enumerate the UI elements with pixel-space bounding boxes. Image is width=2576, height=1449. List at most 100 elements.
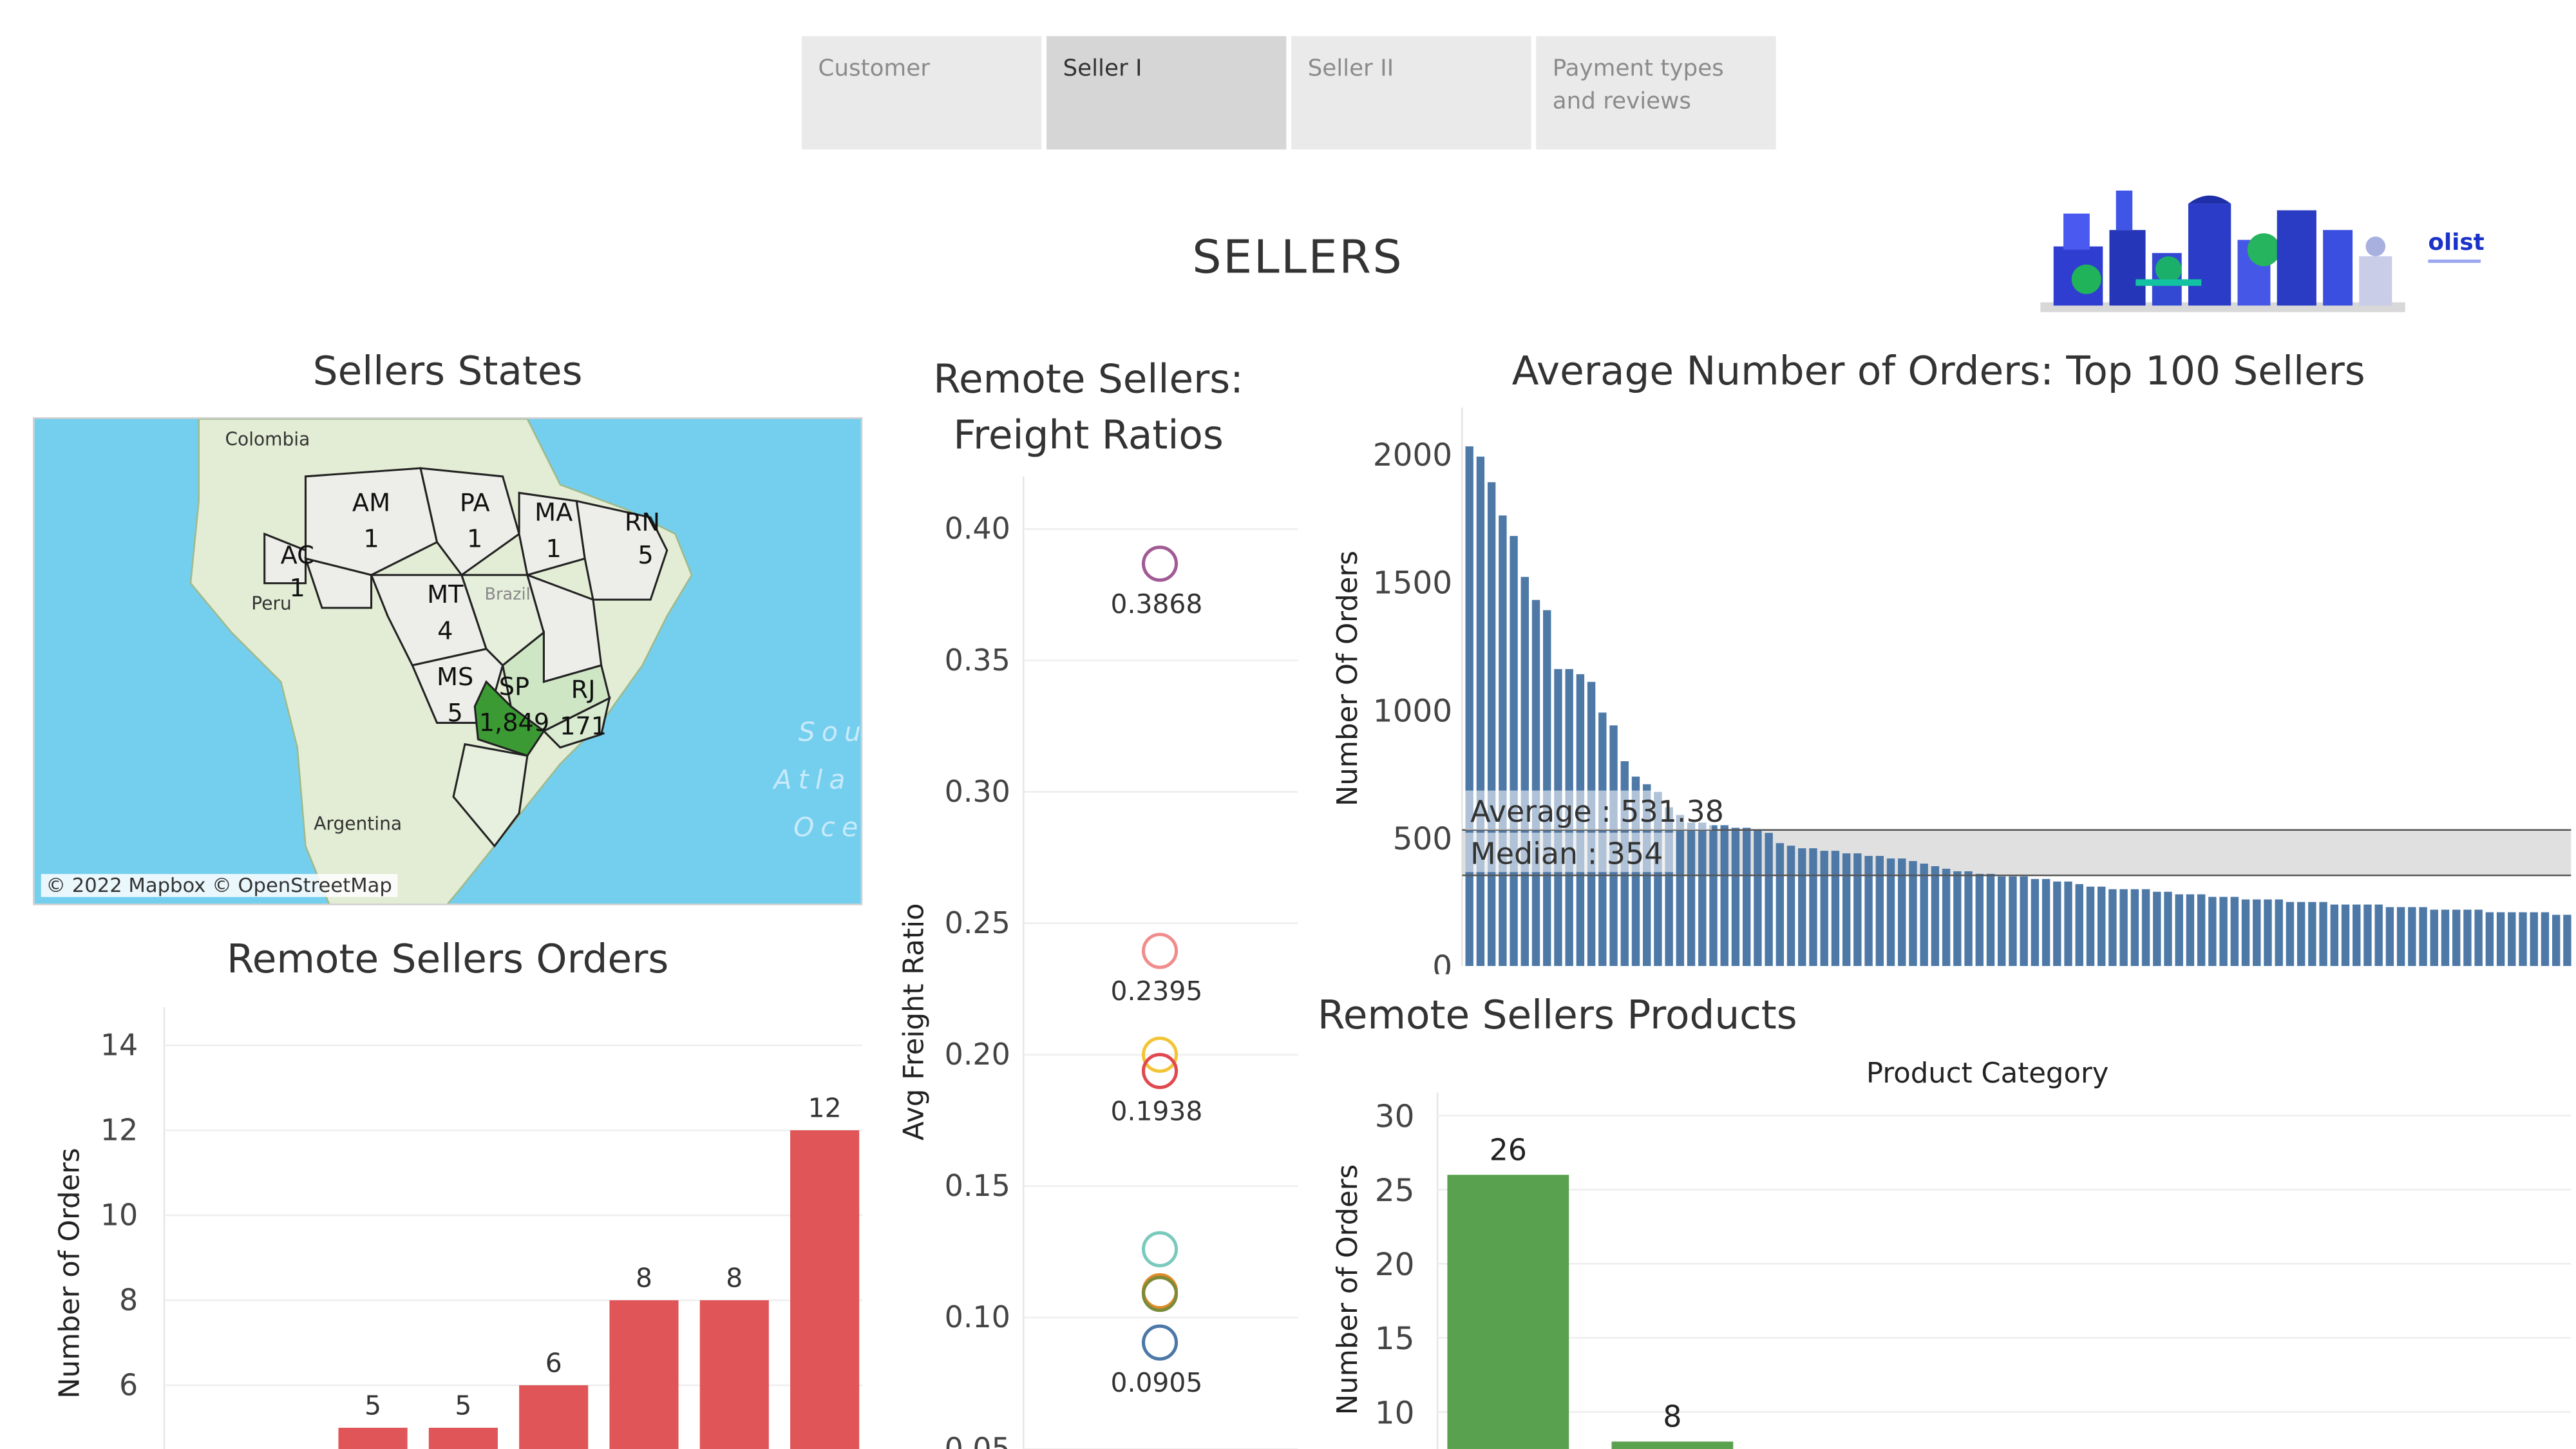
top100-bar[interactable] — [2009, 876, 2017, 966]
top100-bar[interactable] — [1831, 851, 1840, 966]
top100-bar[interactable] — [2253, 899, 2261, 966]
top100-bar[interactable] — [1720, 825, 1728, 966]
freight-point[interactable] — [1141, 933, 1179, 969]
top100-bar[interactable] — [2219, 896, 2228, 966]
top100-bar[interactable] — [1465, 446, 1473, 966]
top100-bar[interactable] — [2175, 894, 2183, 966]
top100-bar[interactable] — [2064, 881, 2072, 966]
top100-bar[interactable] — [1909, 861, 1917, 966]
tab-customer[interactable]: Customer — [801, 36, 1042, 150]
top100-bar[interactable] — [2552, 914, 2561, 966]
freight-point[interactable] — [1141, 1324, 1179, 1361]
top100-bar[interactable] — [1754, 830, 1762, 966]
top100-bar[interactable] — [1665, 807, 1673, 966]
top100-bar[interactable] — [1487, 482, 1496, 966]
top100-bar[interactable] — [1809, 848, 1817, 966]
orders-bar[interactable] — [609, 1300, 679, 1449]
top100-bar[interactable] — [1875, 856, 1884, 966]
orders-bar[interactable] — [519, 1385, 589, 1449]
top100-bar[interactable] — [2286, 902, 2295, 966]
top100-bar[interactable] — [2130, 889, 2139, 966]
freight-point[interactable] — [1141, 1273, 1179, 1310]
top100-bar[interactable] — [2053, 881, 2061, 966]
top100-bar[interactable] — [2020, 876, 2028, 966]
top100-bar[interactable] — [2363, 904, 2372, 966]
top100-bar[interactable] — [2119, 889, 2128, 966]
top100-bar[interactable] — [1476, 457, 1485, 966]
top100-bar[interactable] — [1798, 848, 1806, 966]
top100-bar[interactable] — [2097, 886, 2106, 966]
top100-bar[interactable] — [2452, 909, 2461, 966]
top-100-sellers-chart[interactable]: 0 500 1000 1500 2000 Number Of Orders Average … — [1314, 407, 2576, 974]
sellers-states-map[interactable]: Colombia Peru Argentina Brazil Sou Atla … — [33, 417, 863, 905]
top100-bar[interactable] — [2330, 904, 2338, 966]
top100-bar[interactable] — [2474, 909, 2483, 966]
top100-bar[interactable] — [2108, 889, 2117, 966]
top100-bar[interactable] — [2186, 894, 2195, 966]
top100-bar[interactable] — [2241, 899, 2250, 966]
top100-bar[interactable] — [1776, 843, 1785, 966]
top100-bar[interactable] — [2530, 912, 2538, 966]
top100-bar[interactable] — [2430, 909, 2438, 966]
top100-bar[interactable] — [2275, 899, 2283, 966]
products-bar[interactable] — [1447, 1175, 1569, 1449]
top100-bar[interactable] — [1742, 828, 1751, 966]
top100-bar[interactable] — [2396, 907, 2405, 966]
remote-sellers-orders-chart[interactable]: 6 8 10 12 14 Number of Orders 5 5 6 8 8 12 — [33, 994, 871, 1449]
orders-bar[interactable] — [699, 1300, 769, 1449]
top100-bar[interactable] — [1731, 828, 1740, 966]
top100-bar[interactable] — [2441, 909, 2450, 966]
top100-bar[interactable] — [1986, 873, 1995, 966]
top100-bar[interactable] — [2153, 891, 2161, 966]
top100-bar[interactable] — [1920, 863, 1928, 966]
top100-bar[interactable] — [2141, 889, 2150, 966]
products-bar[interactable] — [1611, 1441, 1734, 1449]
map-attribution[interactable]: © 2022 Mapbox © OpenStreetMap — [41, 874, 397, 897]
top100-bar[interactable] — [1499, 515, 1507, 966]
top100-bar[interactable] — [2508, 912, 2516, 966]
tab-seller-i[interactable]: Seller I — [1046, 36, 1287, 150]
top100-bar[interactable] — [1820, 851, 1828, 966]
orders-bar[interactable] — [428, 1427, 498, 1449]
top100-bar[interactable] — [1975, 873, 1984, 966]
top100-bar[interactable] — [1786, 846, 1795, 966]
orders-bar[interactable] — [338, 1427, 408, 1449]
top100-bar[interactable] — [2041, 878, 2050, 966]
top100-bar[interactable] — [1842, 853, 1851, 966]
freight-point[interactable] — [1141, 1276, 1179, 1312]
top100-bar[interactable] — [2164, 891, 2172, 966]
top100-bar[interactable] — [1698, 822, 1707, 966]
top100-bar[interactable] — [1709, 825, 1718, 966]
top100-bar[interactable] — [2496, 912, 2505, 966]
top100-bar[interactable] — [2075, 884, 2083, 966]
top100-bar[interactable] — [2485, 912, 2494, 966]
top100-bar[interactable] — [2419, 907, 2427, 966]
top100-bar[interactable] — [1964, 871, 1973, 966]
freight-point[interactable] — [1141, 1231, 1179, 1267]
freight-ratios-chart[interactable]: 0.05 0.10 0.15 0.20 0.25 0.30 0.35 0.40 Avg Frei… — [887, 476, 1307, 1449]
top100-bar[interactable] — [2374, 904, 2383, 966]
top100-bar[interactable] — [2319, 902, 2327, 966]
top100-bar[interactable] — [2230, 896, 2239, 966]
top100-bar[interactable] — [2208, 896, 2217, 966]
top100-bar[interactable] — [2353, 904, 2361, 966]
top100-bar[interactable] — [1543, 610, 1551, 966]
top100-bar[interactable] — [1953, 871, 1962, 966]
top100-bar[interactable] — [2086, 886, 2095, 966]
top100-bar[interactable] — [1864, 856, 1873, 966]
tab-payment-types-and-reviews[interactable]: Payment types and reviews — [1536, 36, 1776, 150]
top100-bar[interactable] — [1998, 876, 2006, 966]
remote-sellers-products-chart[interactable]: 10 15 20 25 30 Number of Orders 26 8 5 — [1314, 1092, 2576, 1449]
top100-bar[interactable] — [1676, 815, 1685, 966]
top100-bar[interactable] — [2563, 914, 2571, 966]
top100-bar[interactable] — [2031, 878, 2040, 966]
top100-bar[interactable] — [2463, 909, 2472, 966]
top100-bar[interactable] — [2197, 894, 2206, 966]
tab-seller-ii[interactable]: Seller II — [1291, 36, 1531, 150]
top100-bar[interactable] — [2408, 907, 2416, 966]
top100-bar[interactable] — [1687, 822, 1696, 966]
orders-bar[interactable] — [790, 1130, 860, 1449]
top100-bar[interactable] — [2308, 902, 2316, 966]
top100-bar[interactable] — [2385, 907, 2394, 966]
top100-bar[interactable] — [2264, 899, 2272, 966]
